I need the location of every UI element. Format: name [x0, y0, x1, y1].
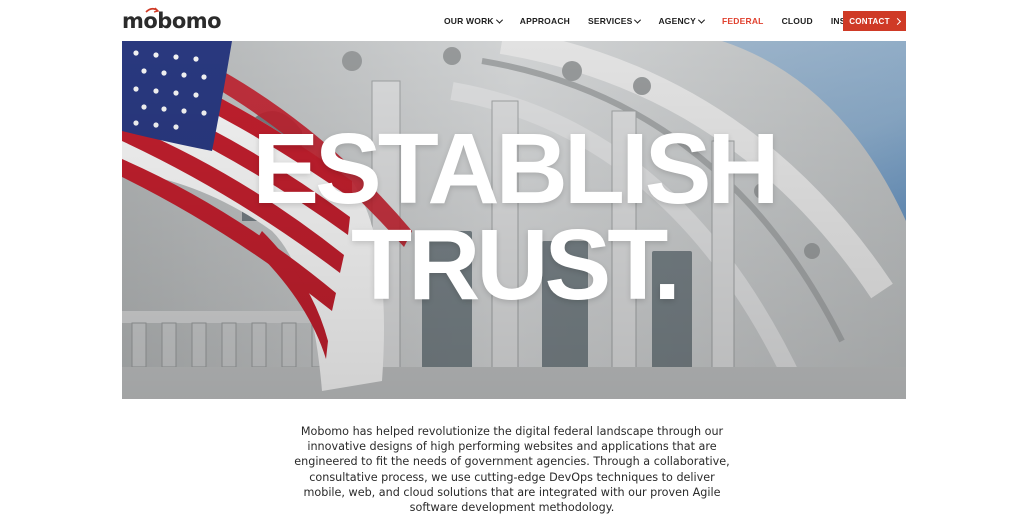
- nav-item-federal[interactable]: FEDERAL: [722, 16, 764, 26]
- nav-item-our-work[interactable]: OUR WORK: [444, 16, 503, 26]
- logo-mark-icon: [145, 7, 160, 13]
- nav-item-services[interactable]: SERVICES: [588, 16, 642, 26]
- hero-headline-line1: ESTABLISH: [252, 113, 779, 225]
- mobomo-logo[interactable]: mobomo: [122, 7, 222, 33]
- chevron-right-icon: [893, 17, 901, 25]
- main-nav: OUR WORK APPROACH SERVICES AGENCY FEDERA…: [444, 11, 891, 31]
- nav-item-label: APPROACH: [519, 16, 571, 26]
- nav-item-cloud[interactable]: CLOUD: [782, 16, 813, 26]
- chevron-down-icon: [634, 16, 642, 24]
- site-header: mobomo OUR WORK APPROACH SERVICES AGENCY…: [0, 0, 1024, 41]
- nav-item-label: SERVICES: [588, 16, 633, 26]
- contact-button-label: CONTACT: [849, 16, 890, 26]
- hero-headline-line2: TRUST.: [351, 209, 681, 321]
- nav-item-approach[interactable]: APPROACH: [520, 16, 570, 26]
- nav-item-label: OUR WORK: [444, 16, 494, 26]
- intro-paragraph: Mobomo has helped revolutionize the digi…: [294, 425, 730, 515]
- nav-item-label: CLOUD: [781, 16, 813, 26]
- nav-item-label: AGENCY: [658, 16, 697, 26]
- hero-banner: ESTABLISH TRUST.: [122, 41, 906, 399]
- nav-item-label: FEDERAL: [722, 16, 764, 26]
- chevron-down-icon: [697, 16, 706, 24]
- contact-button[interactable]: CONTACT: [843, 11, 906, 31]
- logo-text: mobomo: [122, 9, 222, 33]
- hero-headline: ESTABLISH TRUST.: [122, 113, 906, 321]
- nav-item-agency[interactable]: AGENCY: [658, 16, 706, 26]
- chevron-down-icon: [495, 16, 503, 24]
